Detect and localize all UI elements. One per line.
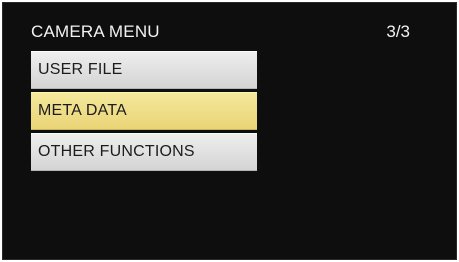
menu-item-user-file[interactable]: USER FILE	[31, 51, 257, 89]
menu-list: USER FILE META DATA OTHER FUNCTIONS	[31, 51, 257, 174]
menu-item-label: USER FILE	[38, 61, 123, 78]
menu-title: CAMERA MENU	[31, 22, 160, 41]
menu-item-other-functions[interactable]: OTHER FUNCTIONS	[31, 133, 257, 171]
menu-item-label: META DATA	[38, 102, 127, 119]
camera-menu-screen: CAMERA MENU 3/3 USER FILE META DATA OTHE…	[2, 2, 457, 260]
menu-item-meta-data[interactable]: META DATA	[31, 92, 257, 130]
page-indicator: 3/3	[386, 22, 410, 41]
menu-item-label: OTHER FUNCTIONS	[38, 143, 195, 160]
